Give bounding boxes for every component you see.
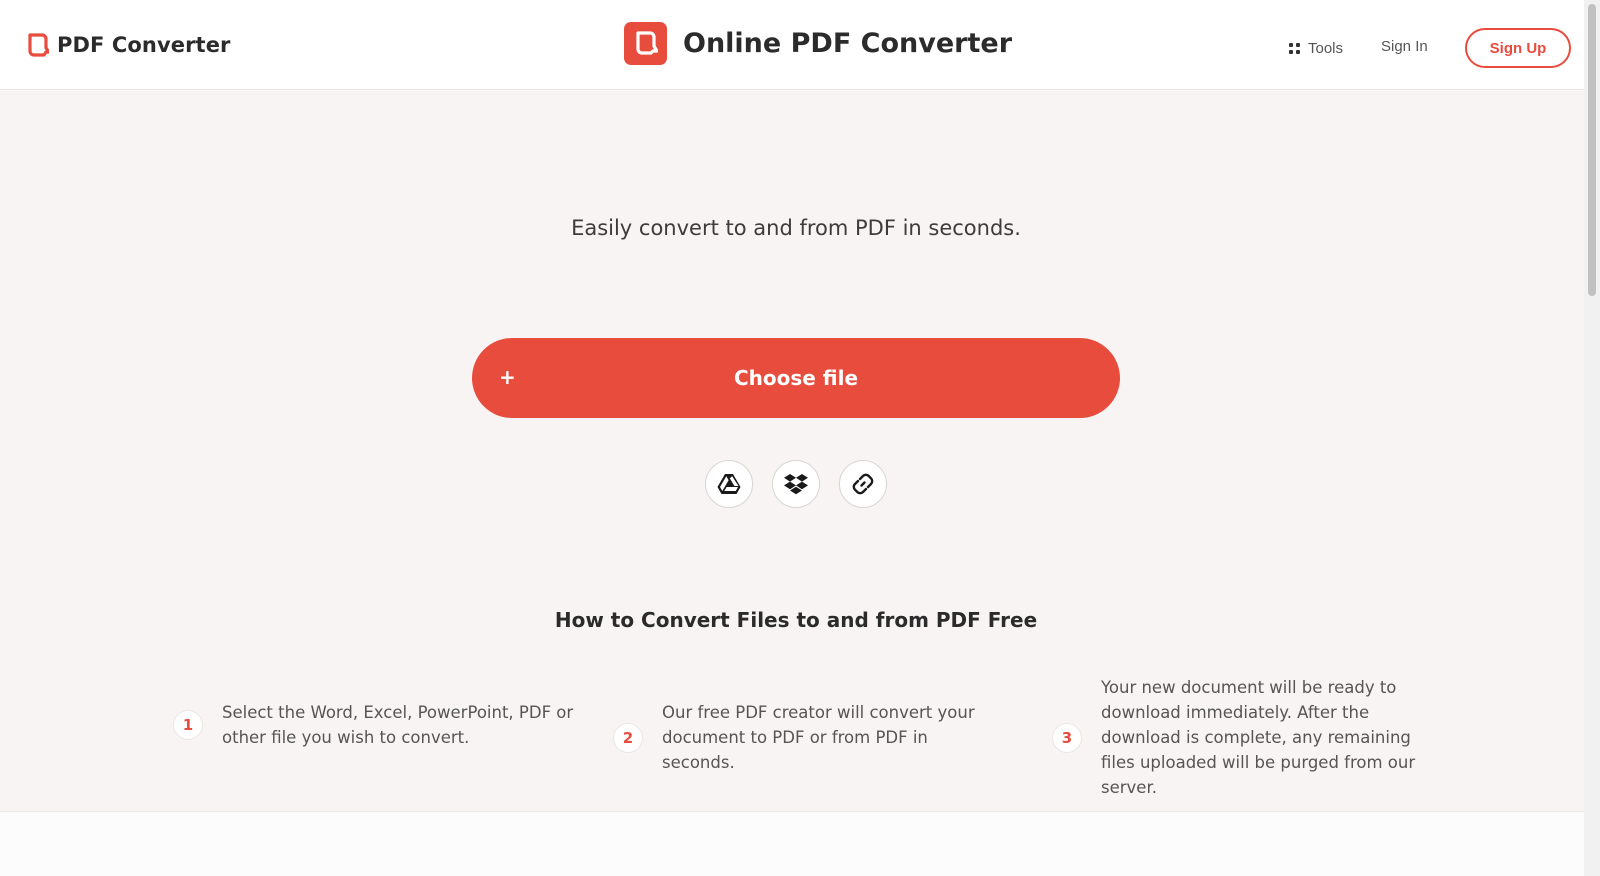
sign-up-button[interactable]: Sign Up — [1465, 28, 1571, 68]
choose-file-button[interactable]: + Choose file — [472, 338, 1120, 418]
upload-sources — [705, 460, 887, 508]
google-drive-icon — [717, 474, 741, 494]
hero-tagline: Easily convert to and from PDF in second… — [571, 216, 1021, 240]
page-scrollbar[interactable] — [1584, 0, 1600, 876]
nav-tools-label: Tools — [1308, 39, 1344, 57]
step-number: 3 — [1052, 722, 1082, 753]
step-3: 3 Your new document will be ready to dow… — [1052, 675, 1441, 800]
url-link-button[interactable] — [839, 460, 887, 508]
site-title-text: Online PDF Converter — [683, 27, 1013, 59]
main-content: Easily convert to and from PDF in second… — [0, 91, 1584, 811]
nav-tools-menu[interactable]: Tools — [1289, 36, 1343, 60]
site-logo-icon — [624, 21, 667, 65]
step-text: Select the Word, Excel, PowerPoint, PDF … — [222, 703, 574, 747]
top-header: PDF Converter Online PDF Converter Tools… — [0, 0, 1584, 90]
dropbox-button[interactable] — [772, 460, 820, 508]
sign-in-link[interactable]: Sign In — [1381, 38, 1428, 55]
step-text: Your new document will be ready to downl… — [1101, 678, 1416, 797]
brand-logo-icon — [28, 33, 49, 57]
grid-icon — [1289, 42, 1300, 54]
step-1: 1 Select the Word, Excel, PowerPoint, PD… — [173, 700, 582, 750]
step-number: 1 — [173, 710, 203, 740]
footer-area — [0, 811, 1584, 876]
dropbox-icon — [784, 474, 808, 495]
brand-name: PDF Converter — [57, 33, 231, 57]
step-text: Our free PDF creator will convert your d… — [662, 703, 975, 772]
step-2: 2 Our free PDF creator will convert your… — [613, 700, 1002, 775]
scrollbar-thumb[interactable] — [1588, 4, 1596, 296]
step-number: 2 — [613, 722, 643, 753]
how-to-title: How to Convert Files to and from PDF Fre… — [554, 608, 1038, 632]
plus-icon: + — [499, 365, 516, 389]
google-drive-button[interactable] — [705, 460, 753, 508]
site-title: Online PDF Converter — [624, 21, 1012, 65]
choose-file-label: Choose file — [733, 366, 859, 390]
link-icon — [852, 473, 874, 495]
brand-link[interactable]: PDF Converter — [27, 30, 231, 60]
